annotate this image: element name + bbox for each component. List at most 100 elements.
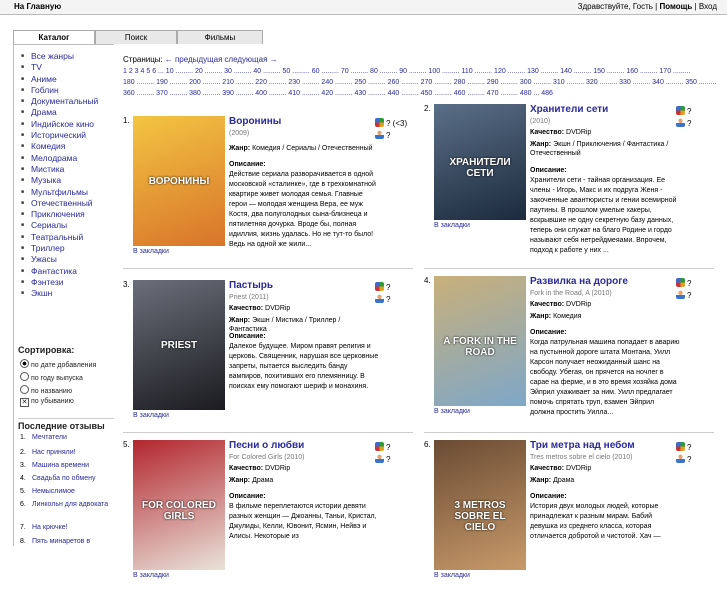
home-link[interactable]: На Главную (14, 2, 61, 11)
radio-icon[interactable] (20, 385, 29, 394)
genre-item[interactable]: Все жанры (18, 51, 114, 63)
genre-item[interactable]: Театральный (18, 232, 114, 244)
movie-poster[interactable]: ВОРОНИНЫ (133, 116, 225, 246)
movie-item: 6. 3 METROS SOBRE EL CIELO В закладки Три м… (424, 440, 716, 590)
bookmark-link[interactable]: В закладки (434, 222, 470, 229)
review-item[interactable]: 3. Машина времени (20, 461, 110, 470)
movie-poster[interactable]: FOR COLORED GIRLS (133, 440, 225, 570)
rating-icon (676, 442, 685, 451)
greeting: Здравствуйте, Гость (577, 2, 653, 11)
genre-item[interactable]: Фэнтези (18, 277, 114, 289)
genre-item[interactable]: Гоблин (18, 85, 114, 97)
sort-by-date[interactable]: по дате добавления (20, 359, 96, 369)
radio-icon[interactable] (20, 372, 29, 381)
genre-line: Жанр: Комедия / Сериалы / Отечественный (229, 145, 373, 152)
rating-icon (375, 118, 384, 127)
movie-item: 4. A FORK IN THE ROAD В закладки Развилка н… (424, 276, 716, 426)
user-rating[interactable]: ? (676, 290, 691, 300)
movie-poster[interactable]: 3 METROS SOBRE EL CIELO (434, 440, 526, 570)
genre-item[interactable]: Комедия (18, 141, 114, 153)
page-links[interactable]: 360 ......... 370 ......... 380 ........… (123, 88, 723, 99)
description-label: Описание: (530, 329, 567, 336)
radio-icon[interactable] (20, 359, 29, 368)
review-link[interactable]: Мечтатели (32, 433, 110, 442)
sort-by-title[interactable]: по названию (20, 385, 72, 395)
movie-poster[interactable]: ХРАНИТЕЛИ СЕТИ (434, 104, 526, 220)
rating[interactable]: ? (375, 442, 390, 452)
genre-item[interactable]: Мелодрама (18, 153, 114, 165)
user-rating[interactable]: ? (375, 294, 390, 304)
genre-item[interactable]: Отечественный (18, 198, 114, 210)
movie-poster[interactable]: PRIEST (133, 280, 225, 410)
genre-item[interactable]: Экшн (18, 288, 114, 300)
poster-title: ХРАНИТЕЛИ СЕТИ (449, 157, 511, 180)
rating[interactable]: ? (676, 278, 691, 288)
genre-item[interactable]: Приключения (18, 209, 114, 221)
user-rating[interactable]: ? (375, 454, 390, 464)
review-link[interactable]: Свадьба по обмену (32, 474, 110, 483)
rating[interactable]: ? (375, 282, 390, 292)
movie-title-link[interactable]: Три метра над небом (530, 440, 635, 451)
genre-item[interactable]: Триллер (18, 243, 114, 255)
user-rating[interactable]: ? (375, 130, 390, 140)
rating[interactable]: ? (676, 442, 691, 452)
rating[interactable]: ? (<3) (375, 118, 407, 128)
bookmark-link[interactable]: В закладки (133, 572, 169, 579)
genre-line: Жанр: Драма (530, 477, 575, 484)
bookmark-link[interactable]: В закладки (434, 572, 470, 579)
review-item[interactable]: 7. На крючке! (20, 523, 110, 532)
movie-poster[interactable]: A FORK IN THE ROAD (434, 276, 526, 406)
review-item[interactable]: 2. Нас приняли! (20, 448, 110, 457)
review-link[interactable]: Линкольн для адвоката (32, 500, 110, 509)
genre-item[interactable]: Ужасы (18, 254, 114, 266)
review-item[interactable]: 1. Мечтатели (20, 433, 110, 442)
help-link[interactable]: Помощь (659, 2, 692, 11)
genre-item[interactable]: Исторический (18, 130, 114, 142)
genre-line: Жанр: Экшн / Приключения / Фантастика / … (530, 141, 669, 157)
review-link[interactable]: На крючке! (32, 523, 110, 532)
movie-title-link[interactable]: Хранители сети (530, 104, 608, 115)
user-icon (676, 290, 685, 299)
tab-films[interactable]: Фильмы (177, 30, 263, 44)
user-rating[interactable]: ? (676, 118, 691, 128)
checkbox-icon[interactable]: ✕ (20, 398, 29, 407)
next-page-link[interactable]: следующая → (224, 55, 277, 64)
bookmark-link[interactable]: В закладки (133, 248, 169, 255)
genre-item[interactable]: Музыка (18, 175, 114, 187)
genre-item[interactable]: Аниме (18, 74, 114, 86)
genre-item[interactable]: Драма (18, 107, 114, 119)
genre-item[interactable]: Фантастика (18, 266, 114, 278)
sort-by-year[interactable]: по году выпуска (20, 372, 83, 382)
genre-item[interactable]: Документальный (18, 96, 114, 108)
bookmark-link[interactable]: В закладки (434, 408, 470, 415)
tab-catalog[interactable]: Каталог (13, 30, 95, 44)
movie-title-link[interactable]: Песни о любви (229, 440, 304, 451)
genre-item[interactable]: Мистика (18, 164, 114, 176)
movie-title-link[interactable]: Развилка на дороге (530, 276, 628, 287)
review-item[interactable]: 5. Немыслимое (20, 487, 110, 496)
page-links[interactable]: 180 ......... 190 ......... 200 ........… (123, 77, 723, 88)
login-link[interactable]: Вход (699, 2, 717, 11)
review-link[interactable]: Немыслимое (32, 487, 110, 496)
review-link[interactable]: Нас приняли! (32, 448, 110, 457)
quality-line: Качество: DVDRip (530, 301, 592, 308)
genre-item[interactable]: Мультфильмы (18, 187, 114, 199)
bookmark-link[interactable]: В закладки (133, 412, 169, 419)
tab-search[interactable]: Поиск (95, 30, 177, 44)
user-rating[interactable]: ? (676, 454, 691, 464)
genre-item[interactable]: Индийское кино (18, 119, 114, 131)
sort-descending[interactable]: ✕ по убыванию (20, 398, 74, 407)
prev-page-link[interactable]: ← предыдущая (165, 55, 223, 64)
item-divider (424, 432, 714, 433)
review-link[interactable]: Машина времени (32, 461, 110, 470)
rating[interactable]: ? (676, 106, 691, 116)
movie-title-link[interactable]: Пастырь (229, 280, 273, 291)
genre-item[interactable]: Сериалы (18, 220, 114, 232)
review-item[interactable]: 4. Свадьба по обмену (20, 474, 110, 483)
genre-list: Все жанрыTVАнимеГоблинДокументальныйДрам… (14, 45, 114, 300)
genre-item[interactable]: TV (18, 62, 114, 74)
movie-title-link[interactable]: Воронины (229, 116, 281, 127)
page-links[interactable]: 1 2 3 4 5 6 ... 10 ......... 20 ........… (123, 66, 723, 77)
review-item[interactable]: 6. Линкольн для адвоката (20, 500, 110, 509)
movie-original-title: For Colored Girls (2010) (229, 454, 305, 461)
